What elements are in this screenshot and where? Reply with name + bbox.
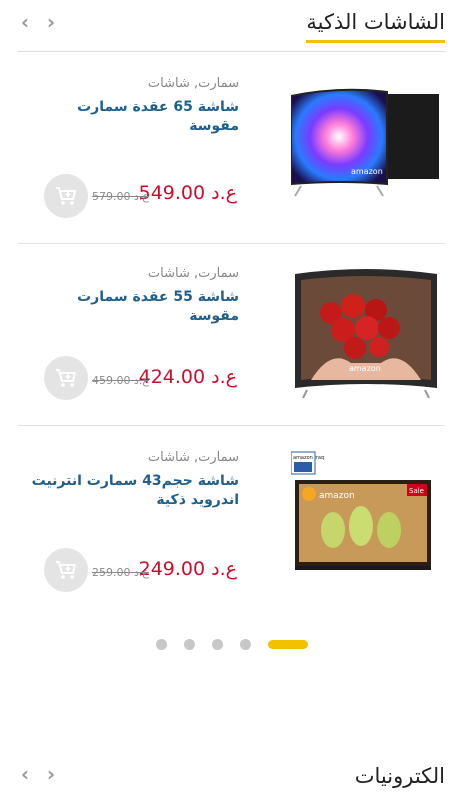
product-price: ع.د 549.00: [138, 182, 237, 204]
product-name[interactable]: شاشة 55 عقدة سمارت مقوسة: [29, 288, 239, 326]
chevron-right-icon[interactable]: ›: [44, 12, 58, 32]
section-title: الشاشات الذكية: [306, 10, 445, 43]
carousel-dot-active[interactable]: [268, 640, 308, 649]
product-name[interactable]: شاشة حجم43 سمارت انترنيت اندرويد ذكية: [29, 472, 239, 510]
product-card[interactable]: amazon سمارت, شاشات شاشة 55 عقدة سمارت م…: [0, 244, 463, 426]
product-category[interactable]: سمارت, شاشات: [148, 266, 239, 281]
product-category[interactable]: سمارت, شاشات: [148, 450, 239, 465]
product-old-price: ع.د 579.00: [92, 190, 149, 203]
product-old-price: ع.د 459.00: [92, 374, 149, 387]
chevron-right-icon[interactable]: ›: [44, 764, 58, 784]
product-image[interactable]: amazon: [291, 268, 441, 400]
product-image[interactable]: amazon iraq amazon Sale: [291, 448, 441, 592]
carousel-dot[interactable]: [184, 639, 195, 650]
product-image[interactable]: amazon: [291, 84, 441, 204]
brand-logo: amazon: [349, 364, 381, 373]
add-to-cart-button[interactable]: [44, 174, 88, 218]
brand-logo: amazon: [351, 167, 383, 176]
carousel-dot[interactable]: [212, 639, 223, 650]
carousel-nav: ‹ ›: [18, 764, 58, 784]
add-to-cart-button[interactable]: [44, 356, 88, 400]
product-category[interactable]: سمارت, شاشات: [148, 76, 239, 91]
cart-icon: [56, 369, 77, 387]
brand-logo: amazon: [319, 491, 355, 501]
product-card[interactable]: amazon iraq amazon Sale سمارت, شاشات شاش…: [0, 426, 463, 616]
carousel-dot[interactable]: [240, 639, 251, 650]
store-logo: amazon iraq: [293, 455, 324, 461]
product-card[interactable]: amazon سمارت, شاشات شاشة 65 عقدة سمارت م…: [0, 52, 463, 244]
section-title: الكترونيات: [354, 764, 445, 788]
cart-icon: [56, 187, 77, 205]
cart-icon: [56, 561, 77, 579]
sale-badge: Sale: [409, 487, 424, 495]
carousel-nav: ‹ ›: [18, 12, 58, 32]
chevron-left-icon[interactable]: ‹: [18, 12, 32, 32]
carousel-dot[interactable]: [156, 639, 167, 650]
product-price: ع.د 249.00: [138, 558, 237, 580]
chevron-left-icon[interactable]: ‹: [18, 764, 32, 784]
carousel-pagination: [0, 637, 463, 651]
product-old-price: ع.د 259.00: [92, 566, 149, 579]
add-to-cart-button[interactable]: [44, 548, 88, 592]
section-header-smart-tvs: الشاشات الذكية ‹ ›: [0, 0, 463, 52]
product-name[interactable]: شاشة 65 عقدة سمارت مقوسة: [29, 98, 239, 136]
product-price: ع.د 424.00: [138, 366, 237, 388]
section-header-electronics: الكترونيات ‹ ›: [0, 752, 463, 800]
